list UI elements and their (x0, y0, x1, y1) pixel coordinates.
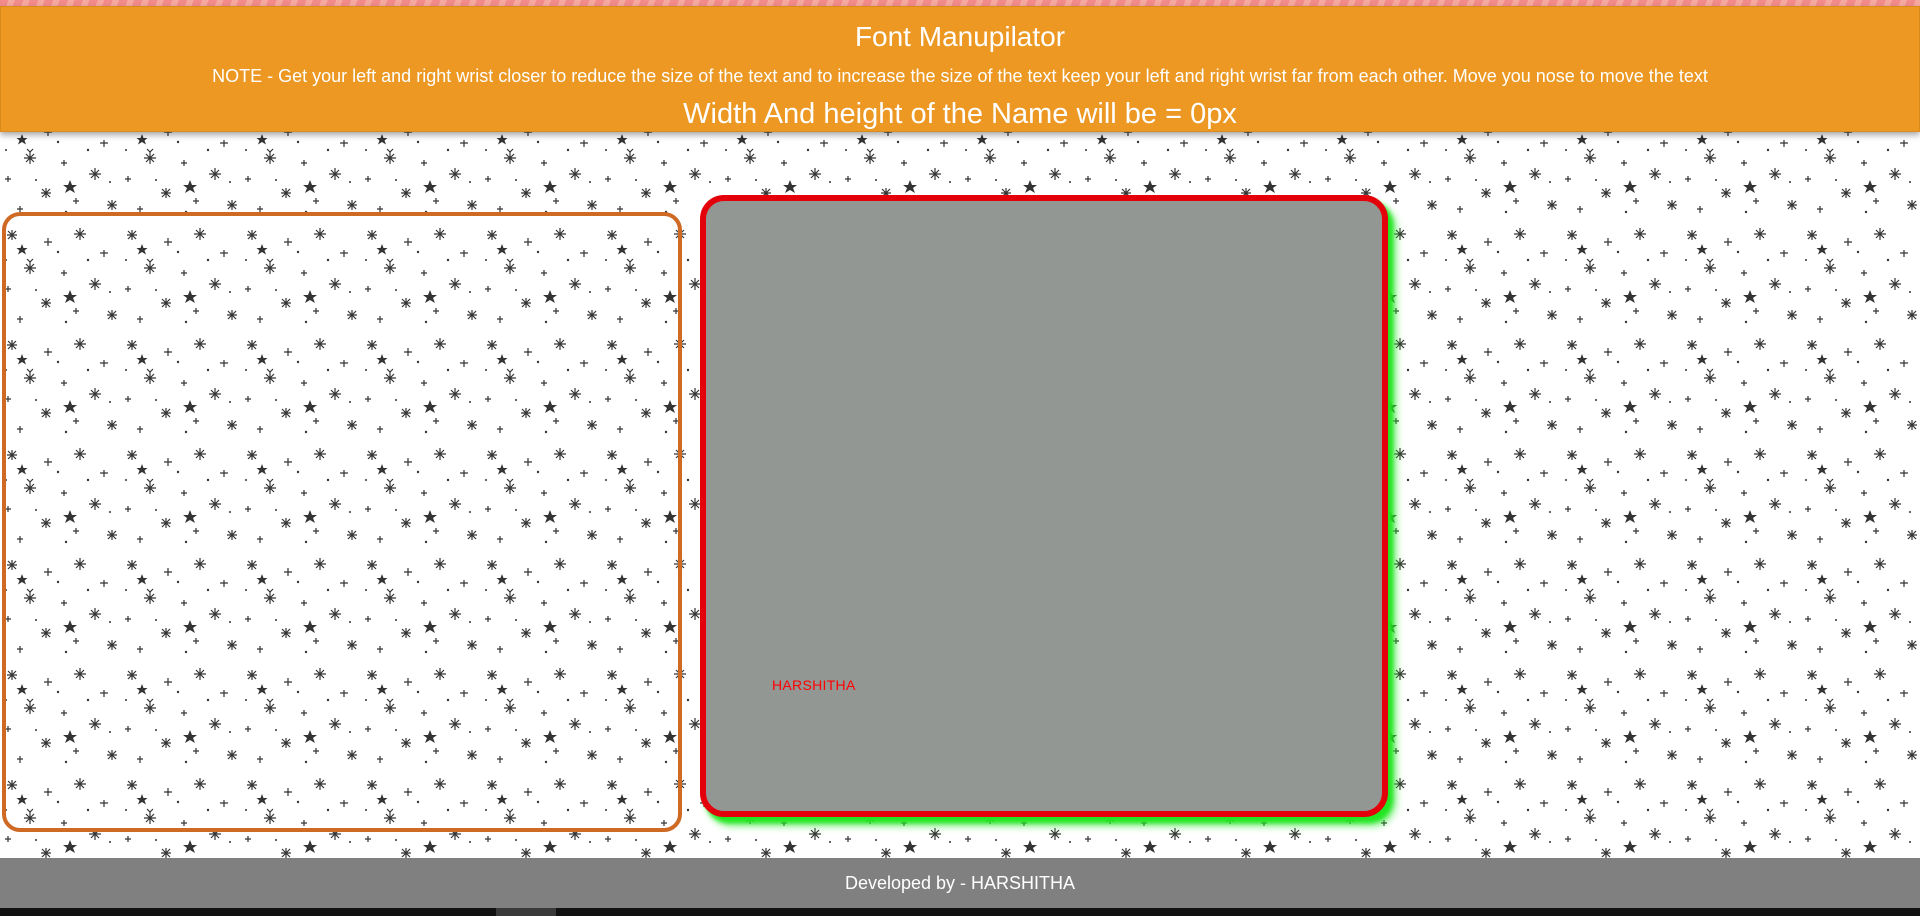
page-title: Font Manupilator (854, 21, 1066, 52)
instruction-note: NOTE - Get your left and right wrist clo… (212, 66, 1708, 86)
video-panel (2, 212, 682, 832)
footer: Developed by - HARSHITHA (0, 858, 1920, 908)
name-text: HARSHITHA (772, 677, 856, 693)
footer-credit: Developed by - HARSHITHA (844, 873, 1076, 893)
header-banner: Font Manupilator NOTE - Get your left an… (0, 6, 1920, 132)
horizontal-scrollbar[interactable] (0, 908, 1920, 916)
size-readout: Width And height of the Name will be = 0… (683, 98, 1237, 130)
text-canvas: HARSHITHA (700, 195, 1388, 817)
scrollbar-thumb[interactable] (496, 908, 556, 916)
